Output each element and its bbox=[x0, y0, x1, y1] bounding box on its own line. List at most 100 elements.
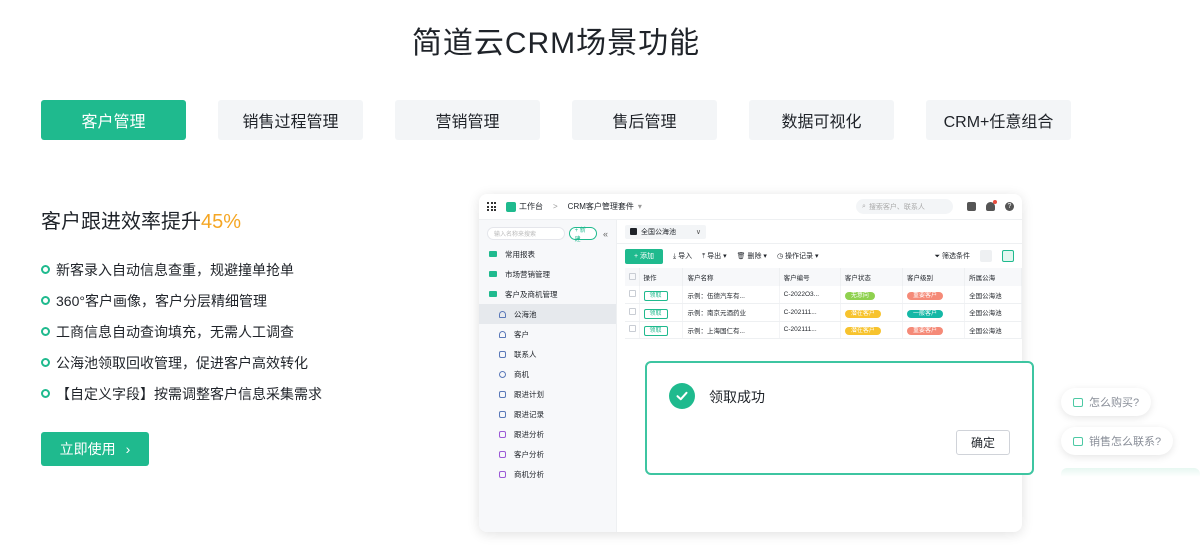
table-row[interactable]: 领取 示例：伍德汽车有... C-2022O3... 无意向 重要客户 全国公海… bbox=[625, 286, 1022, 304]
filter-button[interactable]: ⏷ 筛选条件 bbox=[934, 251, 970, 261]
search-icon: ⌕ bbox=[862, 202, 866, 210]
folder-icon bbox=[489, 271, 497, 277]
success-dialog: 领取成功 确定 bbox=[645, 361, 1034, 475]
chart-icon bbox=[499, 430, 506, 438]
book-icon[interactable] bbox=[967, 202, 976, 211]
sidebar-item-follow-record[interactable]: 跟进记录 bbox=[479, 404, 616, 424]
tab-marketing[interactable]: 营销管理 bbox=[395, 100, 540, 140]
bullet-icon bbox=[41, 265, 50, 274]
sidebar-search-input[interactable]: 输入名称来搜索 bbox=[487, 227, 565, 240]
sidebar-item-customer-analysis[interactable]: 客户分析 bbox=[479, 444, 616, 464]
sidebar-item-customers-deals[interactable]: 客户及商机管理 bbox=[479, 284, 616, 304]
chat-bubble-contact[interactable]: 销售怎么联系? bbox=[1061, 427, 1174, 455]
sidebar-item-follow-analysis[interactable]: 跟进分析 bbox=[479, 424, 616, 444]
add-button[interactable]: + 添加 bbox=[625, 248, 664, 264]
filter-icon: ⏷ bbox=[934, 253, 941, 260]
new-button[interactable]: + 新建 bbox=[568, 227, 597, 243]
help-icon[interactable]: ? bbox=[1005, 202, 1014, 211]
sidebar-item-deals[interactable]: 商机 bbox=[479, 364, 616, 384]
collapse-icon[interactable]: « bbox=[603, 229, 608, 239]
crumb-separator: > bbox=[553, 202, 558, 211]
feature-item: 新客录入自动信息查重，规避撞单抢单 bbox=[41, 254, 322, 285]
hero-section: 客户跟进效率提升45% 新客录入自动信息查重，规避撞单抢单 360°客户画像，客… bbox=[41, 205, 322, 409]
bullet-icon bbox=[41, 327, 50, 336]
sidebar-item-reports[interactable]: 常用报表 bbox=[479, 244, 616, 264]
feature-item: 公海池领取回收管理，促进客户高效转化 bbox=[41, 347, 322, 378]
tab-after-sales[interactable]: 售后管理 bbox=[572, 100, 717, 140]
crumb-suite[interactable]: CRM客户管理套件 bbox=[568, 201, 634, 212]
app-grid-icon[interactable] bbox=[487, 202, 496, 211]
sort-icon[interactable] bbox=[980, 250, 992, 262]
feature-list: 新客录入自动信息查重，规避撞单抢单 360°客户画像，客户分层精细管理 工商信息… bbox=[41, 254, 322, 409]
checkbox[interactable] bbox=[629, 307, 636, 315]
tab-crm-combination[interactable]: CRM+任意组合 bbox=[926, 100, 1071, 140]
document-icon bbox=[499, 390, 506, 398]
sidebar-item-deal-analysis[interactable]: 商机分析 bbox=[479, 464, 616, 484]
log-button[interactable]: ◷ 操作记录 ▾ bbox=[777, 251, 819, 261]
bell-icon[interactable] bbox=[986, 200, 997, 211]
export-icon: ⤒ bbox=[702, 253, 706, 260]
chart-icon bbox=[499, 450, 506, 458]
bullet-icon bbox=[41, 389, 50, 398]
level-badge: 一般客户 bbox=[907, 309, 944, 318]
status-badge: 潜在客户 bbox=[844, 327, 881, 336]
pool-name: 全国公海池 bbox=[964, 321, 1022, 339]
column-header: 客户名称 bbox=[682, 268, 780, 286]
status-badge: 潜在客户 bbox=[844, 309, 881, 318]
chat-bubble-buy[interactable]: 怎么购买? bbox=[1061, 388, 1152, 416]
chevron-down-icon: ∨ bbox=[695, 228, 701, 236]
customer-name: 示例：伍德汽车有... bbox=[682, 286, 780, 304]
chart-icon bbox=[499, 470, 506, 478]
confirm-button[interactable]: 确定 bbox=[956, 430, 1010, 455]
claim-button[interactable]: 领取 bbox=[643, 291, 668, 301]
hero-headline: 客户跟进效率提升45% bbox=[41, 211, 242, 233]
chat-bubble-partial bbox=[1061, 468, 1200, 477]
suite-dropdown-icon[interactable]: ▾ bbox=[638, 202, 642, 211]
headline-accent: 45% bbox=[201, 211, 242, 233]
checkbox[interactable] bbox=[629, 290, 636, 297]
check-circle-icon bbox=[669, 383, 695, 409]
table-row[interactable]: 领取 示例：上海国仁有... C-202111... 潜在客户 重要客户 全国公… bbox=[625, 321, 1022, 339]
column-header: 客户状态 bbox=[840, 268, 904, 286]
checkbox[interactable] bbox=[629, 272, 636, 280]
select-all-cell[interactable] bbox=[625, 268, 640, 286]
sidebar-item-follow-plan[interactable]: 跟进计划 bbox=[479, 384, 616, 404]
sidebar-item-marketing[interactable]: 市场营销管理 bbox=[479, 264, 616, 284]
column-header: 操作 bbox=[639, 268, 684, 286]
import-icon: ⤓ bbox=[673, 253, 677, 260]
claim-button[interactable]: 领取 bbox=[643, 308, 668, 319]
checkbox[interactable] bbox=[629, 325, 636, 333]
tab-sales-process[interactable]: 销售过程管理 bbox=[218, 100, 363, 140]
chevron-right-icon: › bbox=[125, 441, 131, 457]
app-topbar: 工作台 > CRM客户管理套件 ▾ ⌕ 搜索客户、联系人 ? bbox=[479, 194, 1022, 220]
crumb-workbench[interactable]: 工作台 bbox=[519, 201, 543, 212]
global-search-input[interactable]: ⌕ 搜索客户、联系人 bbox=[856, 199, 953, 214]
view-toggle-icon[interactable] bbox=[1002, 250, 1014, 262]
document-icon bbox=[499, 410, 506, 418]
export-button[interactable]: ⤒ 导出 ▾ bbox=[702, 251, 727, 261]
scenario-tabs: 客户管理 销售过程管理 营销管理 售后管理 数据可视化 CRM+任意组合 bbox=[41, 100, 1071, 140]
level-badge: 重要客户 bbox=[907, 292, 944, 300]
level-badge: 重要客户 bbox=[907, 327, 944, 336]
customer-code: C-2022O3... bbox=[779, 286, 841, 304]
page-title: 简道云CRM场景功能 bbox=[411, 27, 701, 60]
pool-name: 全国公海池 bbox=[964, 286, 1022, 304]
sidebar-item-contacts[interactable]: 联系人 bbox=[479, 344, 616, 364]
table-row[interactable]: 领取 示例：南京元酒药业 C-202111... 潜在客户 一般客户 全国公海池 bbox=[625, 303, 1022, 322]
tab-data-visualization[interactable]: 数据可视化 bbox=[749, 100, 894, 140]
person-icon bbox=[499, 330, 506, 338]
feature-item: 360°客户画像，客户分层精细管理 bbox=[41, 285, 322, 316]
sidebar-item-customer[interactable]: 客户 bbox=[479, 324, 616, 344]
app-sidebar: 输入名称来搜索 + 新建 « 常用报表 市场营销管理 客户及商机管理 公海池 客… bbox=[479, 220, 617, 532]
use-now-button[interactable]: 立即使用 › bbox=[41, 432, 149, 466]
sidebar-item-public-pool[interactable]: 公海池 bbox=[479, 304, 616, 324]
import-button[interactable]: ⤓ 导入 bbox=[673, 251, 692, 261]
folder-icon bbox=[489, 291, 497, 297]
pool-select[interactable]: 全国公海池 ∨ bbox=[625, 224, 706, 239]
bullet-icon bbox=[41, 296, 50, 305]
delete-button[interactable]: 🗑 删除 ▾ bbox=[737, 251, 767, 261]
tab-customer-management[interactable]: 客户管理 bbox=[41, 100, 186, 140]
folder-icon bbox=[489, 251, 497, 257]
claim-button[interactable]: 领取 bbox=[643, 326, 668, 337]
pool-name: 全国公海池 bbox=[964, 303, 1022, 322]
